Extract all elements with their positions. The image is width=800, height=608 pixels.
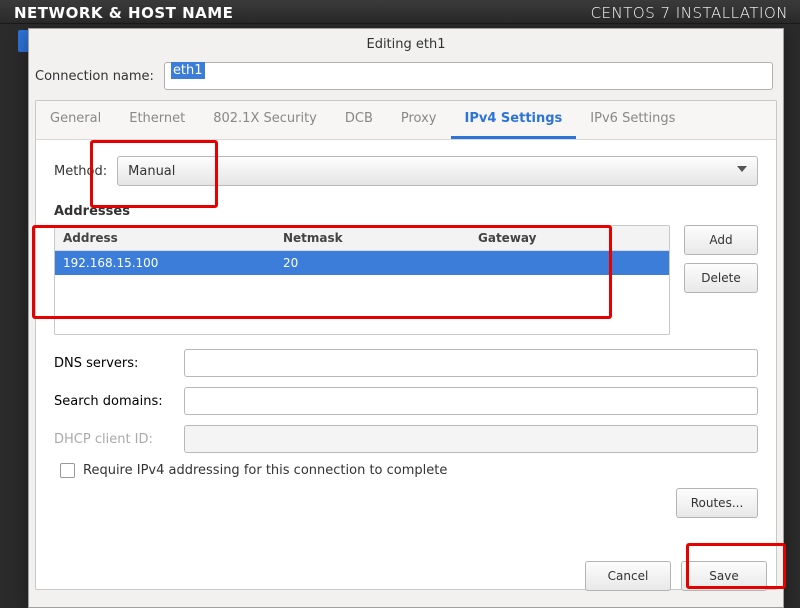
routes-button[interactable]: Routes... [676, 488, 758, 518]
col-netmask: Netmask [275, 226, 470, 250]
installer-title: CENTOS 7 INSTALLATION [591, 4, 788, 22]
require-ipv4-checkbox[interactable] [60, 463, 75, 478]
addresses-heading: Addresses [54, 204, 758, 219]
table-row[interactable]: 192.168.15.100 20 [55, 251, 669, 275]
chevron-down-icon [737, 166, 747, 172]
tab-ethernet[interactable]: Ethernet [115, 101, 199, 139]
save-button[interactable]: Save [681, 561, 767, 591]
col-address: Address [55, 226, 275, 250]
dhcp-client-id-input [184, 425, 758, 453]
connection-name-input[interactable]: eth1 [164, 62, 773, 90]
col-gateway: Gateway [470, 226, 669, 250]
method-label: Method: [54, 164, 107, 179]
dhcp-client-id-label: DHCP client ID: [54, 432, 174, 447]
tab-ipv4-settings[interactable]: IPv4 Settings [451, 101, 577, 139]
add-button[interactable]: Add [684, 225, 758, 255]
edit-connection-dialog: Editing eth1 Connection name: eth1 Gener… [28, 28, 784, 608]
dns-servers-input[interactable] [184, 349, 758, 377]
page-title-bg: NETWORK & HOST NAME [14, 4, 233, 22]
cell-gateway[interactable] [470, 251, 669, 275]
method-select[interactable]: Manual [117, 156, 758, 186]
dns-servers-label: DNS servers: [54, 356, 174, 371]
cell-netmask[interactable]: 20 [275, 251, 470, 275]
method-value: Manual [128, 164, 175, 179]
search-domains-label: Search domains: [54, 394, 174, 409]
search-domains-input[interactable] [184, 387, 758, 415]
connection-name-label: Connection name: [35, 69, 154, 84]
tabs: General Ethernet 802.1X Security DCB Pro… [36, 101, 776, 140]
cancel-button[interactable]: Cancel [585, 561, 671, 591]
tab-dcb[interactable]: DCB [331, 101, 387, 139]
addresses-table[interactable]: Address Netmask Gateway 192.168.15.100 2… [54, 225, 670, 335]
delete-button[interactable]: Delete [684, 263, 758, 293]
cell-address[interactable]: 192.168.15.100 [55, 251, 275, 275]
tab-general[interactable]: General [36, 101, 115, 139]
require-ipv4-label: Require IPv4 addressing for this connect… [83, 463, 447, 478]
tab-ipv6-settings[interactable]: IPv6 Settings [576, 101, 689, 139]
dialog-title: Editing eth1 [29, 29, 783, 62]
tab-security[interactable]: 802.1X Security [199, 101, 331, 139]
tab-proxy[interactable]: Proxy [387, 101, 451, 139]
